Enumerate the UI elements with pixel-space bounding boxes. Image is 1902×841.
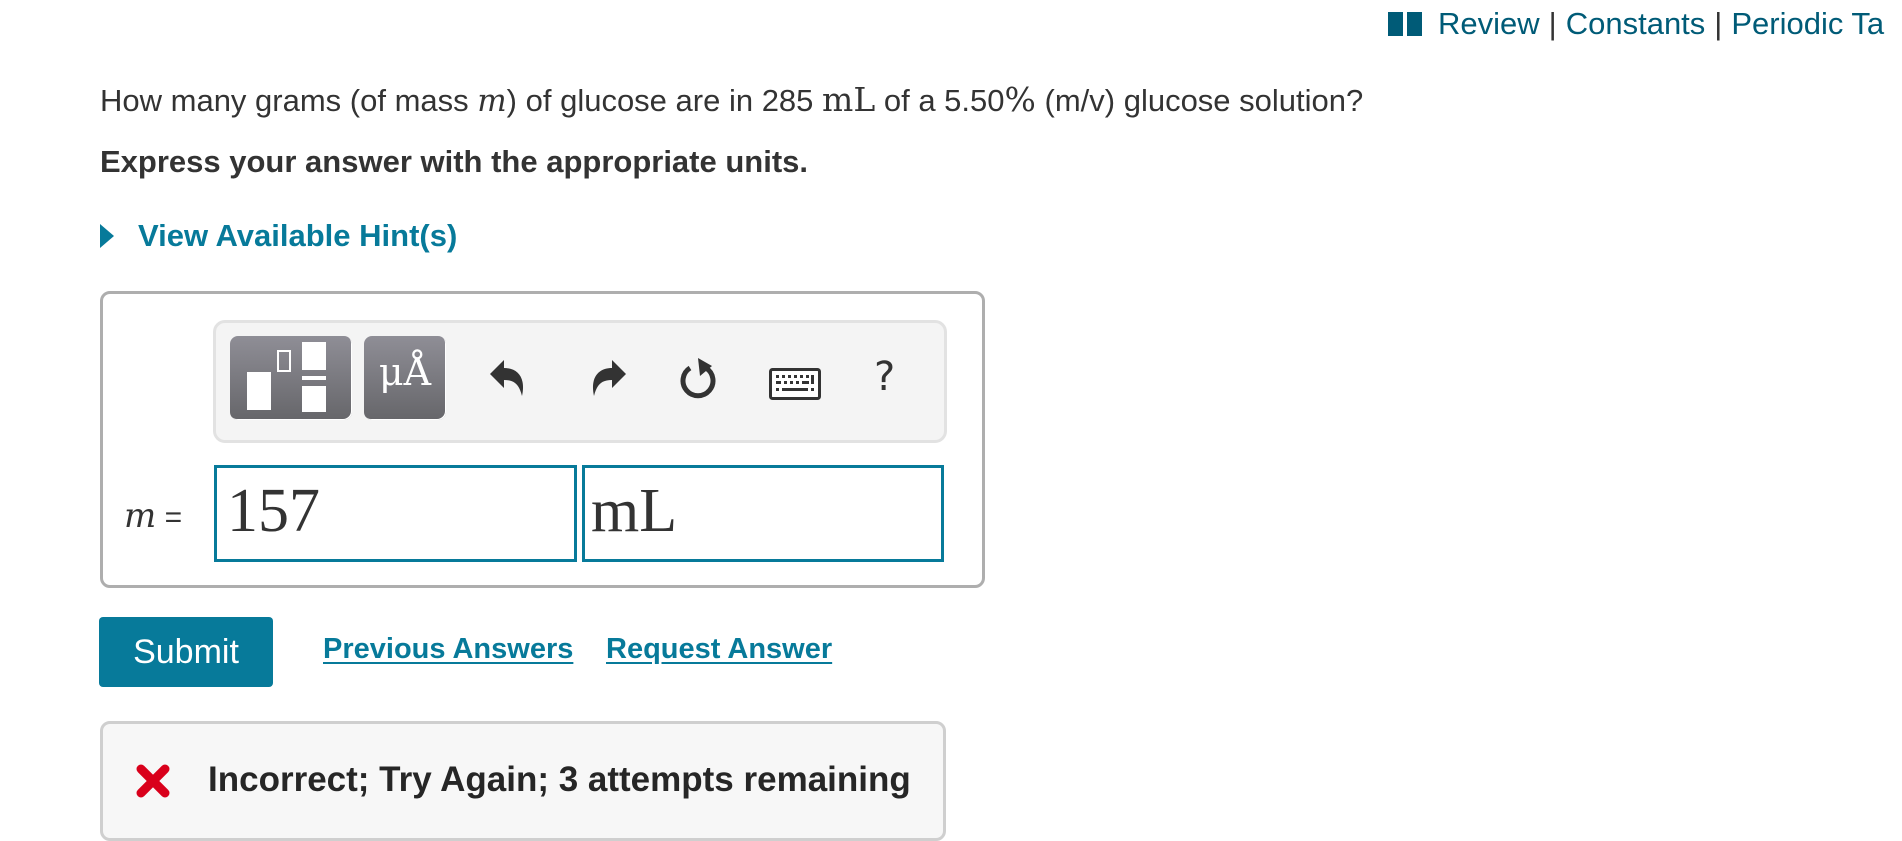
previous-answers-link[interactable]: Previous Answers — [323, 633, 573, 666]
keyboard-icon[interactable] — [769, 368, 821, 400]
value-input[interactable]: 157 — [214, 465, 577, 562]
question-text: How many grams (of mass m) of glucose ar… — [100, 80, 1363, 119]
separator: | — [1714, 6, 1723, 41]
x-icon — [136, 764, 170, 798]
instruction-text: Express your answer with the appropriate… — [100, 144, 809, 179]
units-input[interactable]: mL — [582, 465, 944, 562]
undo-icon[interactable] — [486, 354, 530, 402]
periodic-table-link[interactable]: Periodic Ta — [1731, 6, 1884, 41]
templates-button[interactable] — [230, 336, 352, 420]
book-icon — [1388, 12, 1422, 36]
request-answer-link[interactable]: Request Answer — [606, 633, 832, 666]
constants-link[interactable]: Constants — [1566, 6, 1706, 41]
equals-sign: = — [164, 501, 183, 534]
question-part: ) of glucose are in 285 — [506, 83, 823, 118]
math-unit: mL — [822, 80, 876, 119]
feedback-message: Incorrect; Try Again; 3 attempts remaini… — [208, 760, 911, 799]
top-links: Review | Constants | Periodic Ta — [1388, 6, 1884, 42]
units-button[interactable]: μÅ — [364, 336, 446, 420]
answer-label: m = — [124, 496, 182, 536]
view-hints-toggle[interactable]: View Available Hint(s) — [100, 218, 457, 254]
separator: | — [1548, 6, 1557, 41]
math-percent: % — [1004, 80, 1036, 119]
question-part: of a 5.50 — [875, 83, 1005, 118]
reset-icon[interactable] — [676, 354, 720, 402]
math-variable: m — [124, 496, 157, 536]
question-part: (m/v) glucose solution? — [1035, 83, 1364, 118]
triangle-right-icon — [100, 224, 114, 248]
help-button[interactable]: ? — [874, 354, 895, 400]
redo-icon[interactable] — [586, 354, 630, 402]
review-link[interactable]: Review — [1438, 6, 1540, 41]
units-label: μÅ — [378, 350, 432, 394]
math-variable: m — [477, 83, 507, 119]
submit-button[interactable]: Submit — [99, 617, 273, 687]
question-part: How many grams (of mass — [100, 83, 478, 118]
hint-label: View Available Hint(s) — [138, 218, 458, 253]
